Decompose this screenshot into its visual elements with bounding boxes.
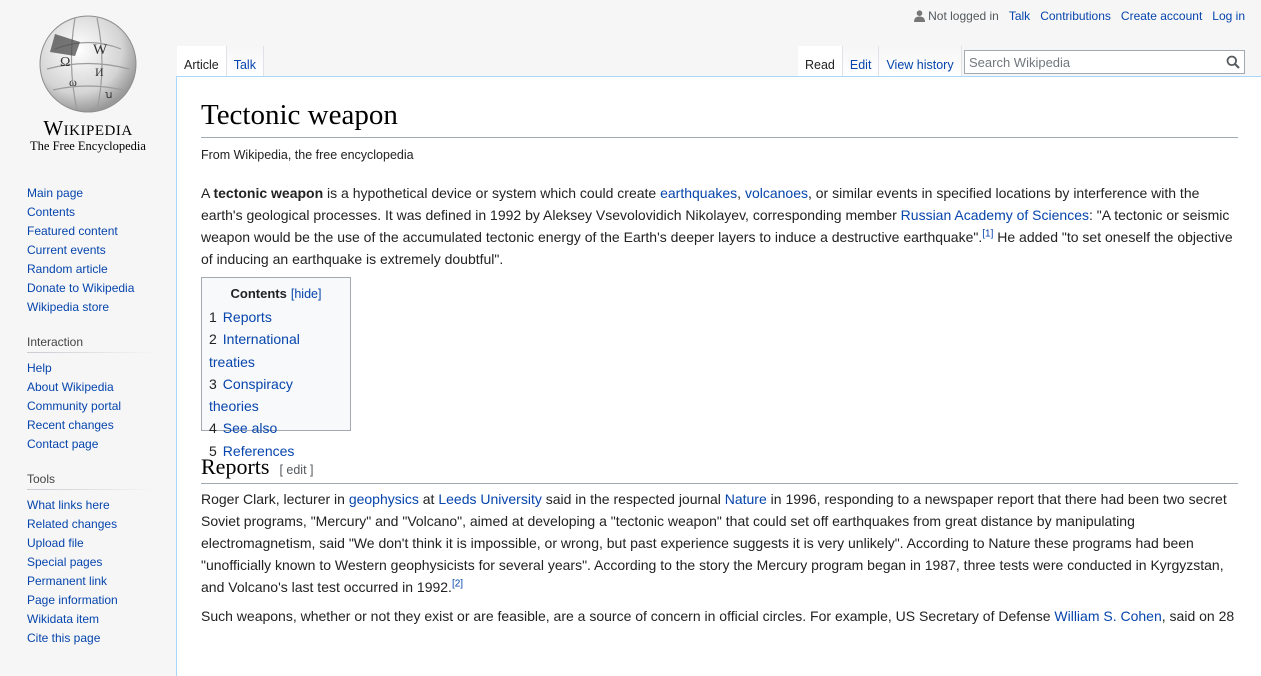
toc-link-international-treaties[interactable]: International treaties — [209, 331, 300, 369]
sidebar: Main page Contents Featured content Curr… — [0, 184, 176, 662]
link-geophysics[interactable]: geophysics — [349, 491, 419, 507]
tab-talk[interactable]: Talk — [226, 46, 264, 77]
toc-title: Contents — [230, 286, 287, 301]
sidebar-item-contents[interactable]: Contents — [27, 205, 75, 219]
toc-hide-toggle[interactable]: [hide] — [291, 287, 322, 301]
personal-talk-link[interactable]: Talk — [1009, 9, 1030, 23]
log-in-link[interactable]: Log in — [1212, 9, 1245, 23]
personal-contributions-link[interactable]: Contributions — [1040, 9, 1111, 23]
tab-article[interactable]: Article — [177, 46, 227, 77]
create-account-link[interactable]: Create account — [1121, 9, 1202, 23]
toc-item[interactable]: 3 Conspiracy theories — [209, 373, 343, 418]
sidebar-item-random-article[interactable]: Random article — [27, 262, 108, 276]
sidebar-navigation: Main page Contents Featured content Curr… — [0, 184, 176, 317]
svg-text:Ω: Ω — [60, 55, 70, 70]
sidebar-item-contact[interactable]: Contact page — [27, 437, 98, 451]
not-logged-in-status: Not logged in — [914, 9, 999, 23]
tab-view-history[interactable]: View history — [879, 46, 962, 77]
sidebar-item-recent-changes[interactable]: Recent changes — [27, 418, 114, 432]
link-earthquakes[interactable]: earthquakes — [660, 185, 737, 201]
link-william-cohen[interactable]: William S. Cohen — [1054, 608, 1161, 624]
svg-text:ω: ω — [69, 75, 77, 89]
title-divider — [201, 137, 1238, 138]
table-of-contents: Contents [hide] 1 Reports 2 International t… — [201, 277, 351, 459]
sidebar-item-related-changes[interactable]: Related changes — [27, 517, 117, 531]
reports-paragraph-1: Roger Clark, lecturer in geophysics at L… — [201, 491, 1227, 595]
article-content: Tectonic weapon From Wikipedia, the free… — [176, 76, 1261, 676]
sidebar-item-about[interactable]: About Wikipedia — [27, 380, 114, 394]
sidebar-item-current-events[interactable]: Current events — [27, 243, 106, 257]
sidebar-item-permanent-link[interactable]: Permanent link — [27, 574, 107, 588]
reference-1[interactable]: [1] — [982, 228, 993, 239]
sidebar-item-main-page[interactable]: Main page — [27, 186, 83, 200]
sidebar-item-store[interactable]: Wikipedia store — [27, 300, 109, 314]
sidebar-item-cite-page[interactable]: Cite this page — [27, 631, 100, 645]
section-divider — [201, 483, 1238, 484]
toc-link-reports[interactable]: Reports — [223, 309, 272, 325]
toc-item[interactable]: 1 Reports — [209, 306, 343, 328]
wikipedia-logo[interactable]: W Ω И ω ꭒ Wikipedia The Free Encyclopedi… — [0, 0, 176, 160]
toc-header: Contents [hide] — [209, 286, 343, 301]
link-russian-academy[interactable]: Russian Academy of Sciences — [901, 207, 1089, 223]
sidebar-heading-interaction: Interaction — [27, 335, 155, 353]
tab-edit[interactable]: Edit — [842, 46, 880, 77]
sidebar-item-what-links-here[interactable]: What links here — [27, 498, 110, 512]
user-icon — [914, 10, 926, 22]
sidebar-item-community-portal[interactable]: Community portal — [27, 399, 121, 413]
bold-term: tectonic weapon — [213, 185, 324, 201]
site-subtitle: From Wikipedia, the free encyclopedia — [201, 148, 414, 162]
toc-item[interactable]: 2 International treaties — [209, 328, 343, 373]
reference-2[interactable]: [2] — [452, 578, 463, 589]
namespace-tabs: Article Talk — [177, 46, 264, 77]
not-logged-in-label: Not logged in — [928, 9, 999, 23]
sidebar-item-upload-file[interactable]: Upload file — [27, 536, 84, 550]
logo-wordmark: Wikipedia — [43, 116, 133, 140]
svg-text:И: И — [95, 65, 104, 79]
sidebar-item-page-information[interactable]: Page information — [27, 593, 118, 607]
svg-text:ꭒ: ꭒ — [105, 89, 112, 101]
link-volcanoes[interactable]: volcanoes — [745, 185, 808, 201]
search-input[interactable] — [965, 51, 1219, 73]
sidebar-item-wikidata-item[interactable]: Wikidata item — [27, 612, 99, 626]
view-tabs: Read Edit View history — [798, 46, 962, 77]
tab-read[interactable]: Read — [798, 46, 843, 77]
logo-tagline: The Free Encyclopedia — [30, 139, 146, 153]
link-nature[interactable]: Nature — [725, 491, 767, 507]
sidebar-item-featured-content[interactable]: Featured content — [27, 224, 118, 238]
svg-text:W: W — [93, 42, 108, 58]
sidebar-item-help[interactable]: Help — [27, 361, 52, 375]
link-leeds-university[interactable]: Leeds University — [438, 491, 542, 507]
reports-paragraph-2: Such weapons, whether or not they exist … — [201, 608, 1235, 624]
toc-item[interactable]: 4 See also — [209, 417, 343, 439]
puzzle-globe-icon: W Ω И ω ꭒ — [39, 15, 137, 113]
page-title: Tectonic weapon — [201, 99, 398, 131]
sidebar-tools: Tools What links here Related changes Up… — [0, 472, 176, 648]
sidebar-heading-tools: Tools — [27, 472, 155, 490]
toc-link-see-also[interactable]: See also — [223, 420, 277, 436]
sidebar-item-special-pages[interactable]: Special pages — [27, 555, 102, 569]
toc-link-conspiracy-theories[interactable]: Conspiracy theories — [209, 376, 293, 414]
section-heading-reports: Reports[ edit ] — [201, 454, 314, 479]
search-icon[interactable] — [1226, 55, 1240, 69]
sidebar-interaction: Interaction Help About Wikipedia Communi… — [0, 335, 176, 454]
section-edit-link[interactable]: [ edit ] — [279, 463, 313, 477]
sidebar-item-donate[interactable]: Donate to Wikipedia — [27, 281, 134, 295]
personal-tools: Not logged in Talk Contributions Create … — [914, 9, 1245, 23]
intro-paragraph: A tectonic weapon is a hypothetical devi… — [201, 185, 1233, 267]
search-box — [964, 50, 1245, 74]
